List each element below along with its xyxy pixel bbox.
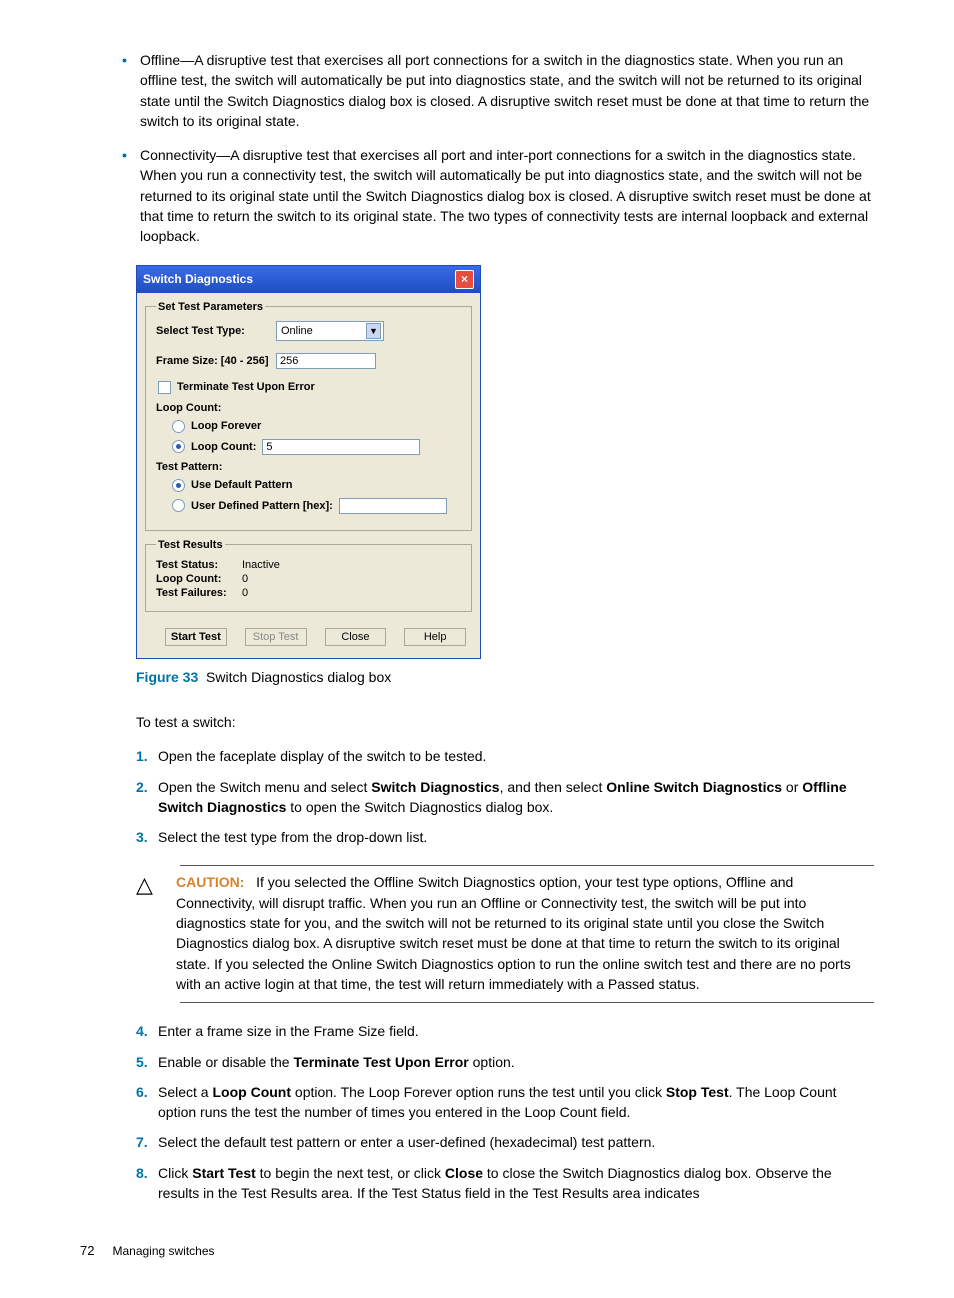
set-params-legend: Set Test Parameters	[156, 301, 265, 313]
select-test-type-label: Select Test Type:	[156, 325, 276, 337]
intro-para: To test a switch:	[136, 713, 874, 733]
user-pattern-input[interactable]	[339, 498, 447, 514]
test-status-value: Inactive	[242, 559, 280, 571]
dialog-title: Switch Diagnostics	[143, 272, 253, 286]
close-button[interactable]: Close	[325, 628, 387, 646]
user-defined-pattern-radio[interactable]	[172, 499, 185, 512]
caution-label: CAUTION:	[176, 874, 244, 890]
caution-text: CAUTION: If you selected the Offline Swi…	[176, 872, 874, 994]
test-type-value: Online	[281, 325, 313, 337]
step-2: 2.Open the Switch menu and select Switch…	[158, 777, 874, 818]
titlebar: Switch Diagnostics ×	[137, 266, 480, 293]
close-icon[interactable]: ×	[455, 270, 474, 289]
intro-bullets: Offline—A disruptive test that exercises…	[80, 50, 874, 247]
step-6: 6.Select a Loop Count option. The Loop F…	[158, 1082, 874, 1123]
loop-count-res-value: 0	[242, 573, 248, 585]
loop-forever-label: Loop Forever	[191, 420, 261, 432]
caution-block: △ CAUTION: If you selected the Offline S…	[136, 865, 874, 1003]
loop-count-input[interactable]	[262, 439, 420, 455]
terminate-checkbox[interactable]	[158, 381, 171, 394]
step-7: 7.Select the default test pattern or ent…	[158, 1132, 874, 1152]
test-type-dropdown[interactable]: Online ▼	[276, 321, 384, 341]
page-footer: 72 Managing switches	[80, 1243, 874, 1258]
set-test-parameters-fieldset: Set Test Parameters Select Test Type: On…	[145, 301, 472, 531]
figure-wrap: Switch Diagnostics × Set Test Parameters…	[136, 265, 874, 685]
loop-count-radio[interactable]	[172, 440, 185, 453]
user-defined-label: User Defined Pattern [hex]:	[191, 500, 333, 512]
use-default-pattern-radio[interactable]	[172, 479, 185, 492]
switch-diagnostics-dialog: Switch Diagnostics × Set Test Parameters…	[136, 265, 481, 659]
stop-test-button[interactable]: Stop Test	[245, 628, 307, 646]
step-8: 8.Click Start Test to begin the next tes…	[158, 1163, 874, 1204]
step-3: 3.Select the test type from the drop-dow…	[158, 827, 874, 847]
figure-number: Figure 33	[136, 669, 198, 685]
caution-icon: △	[136, 872, 176, 896]
terminate-label: Terminate Test Upon Error	[177, 381, 315, 393]
step-5: 5.Enable or disable the Terminate Test U…	[158, 1052, 874, 1072]
help-button[interactable]: Help	[404, 628, 466, 646]
test-failures-value: 0	[242, 587, 248, 599]
loop-count-res-label: Loop Count:	[156, 573, 236, 585]
step-1: 1.Open the faceplate display of the swit…	[158, 746, 874, 766]
divider	[180, 865, 874, 866]
chevron-down-icon: ▼	[366, 323, 381, 339]
button-row: Start Test Stop Test Close Help	[137, 620, 480, 658]
test-status-label: Test Status:	[156, 559, 236, 571]
loop-forever-radio[interactable]	[172, 420, 185, 433]
test-pattern-group-label: Test Pattern:	[156, 461, 461, 473]
start-test-button[interactable]: Start Test	[165, 628, 227, 646]
loop-count-group-label: Loop Count:	[156, 402, 461, 414]
bullet-offline: Offline—A disruptive test that exercises…	[140, 50, 874, 131]
section-title: Managing switches	[112, 1244, 214, 1258]
use-default-label: Use Default Pattern	[191, 479, 292, 491]
figure-caption: Figure 33 Switch Diagnostics dialog box	[136, 669, 874, 685]
step-4: 4.Enter a frame size in the Frame Size f…	[158, 1021, 874, 1041]
figure-caption-text: Switch Diagnostics dialog box	[206, 669, 391, 685]
test-results-fieldset: Test Results Test Status: Inactive Loop …	[145, 539, 472, 612]
steps-list-b: 4.Enter a frame size in the Frame Size f…	[80, 1021, 874, 1203]
bullet-connectivity: Connectivity—A disruptive test that exer…	[140, 145, 874, 246]
frame-size-input[interactable]	[276, 353, 376, 369]
frame-size-label: Frame Size: [40 - 256]	[156, 355, 276, 367]
divider	[180, 1002, 874, 1003]
test-failures-label: Test Failures:	[156, 587, 236, 599]
loop-count-label: Loop Count:	[191, 441, 256, 453]
page-number: 72	[80, 1243, 94, 1258]
test-results-legend: Test Results	[156, 539, 225, 551]
steps-list-a: 1.Open the faceplate display of the swit…	[80, 746, 874, 847]
